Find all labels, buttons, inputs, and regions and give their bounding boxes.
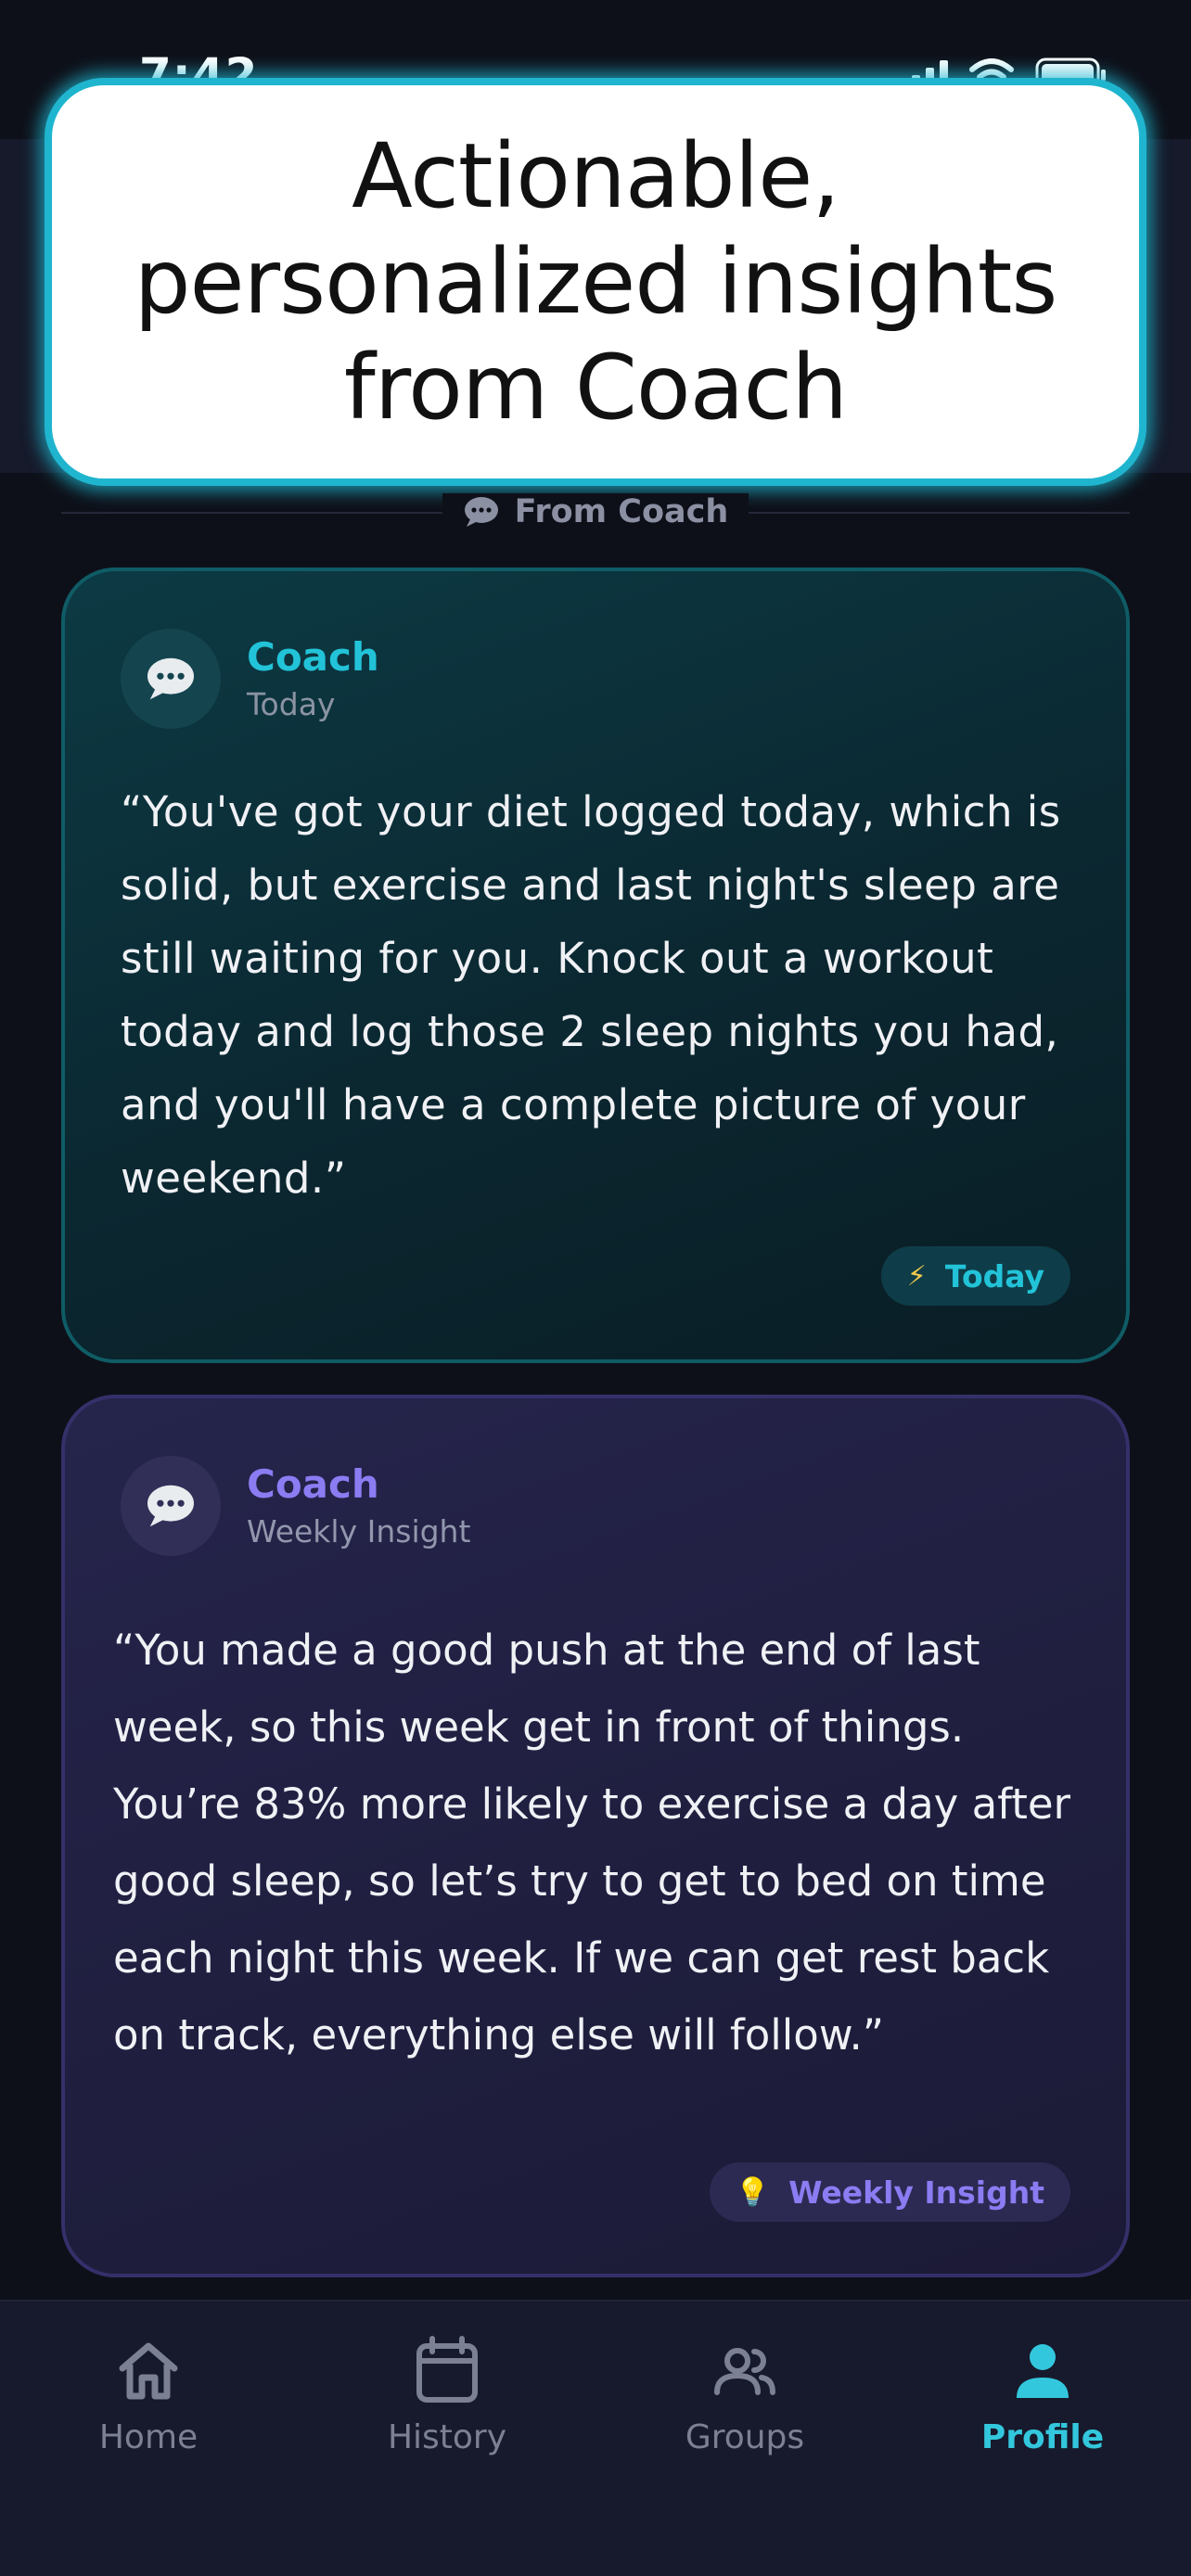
- tab-groups[interactable]: Groups: [634, 2335, 856, 2456]
- promo-banner: Actionable, personalized insights from C…: [45, 78, 1146, 486]
- message-category: Weekly Insight: [247, 1513, 471, 1549]
- coach-avatar: [121, 1456, 221, 1556]
- today-badge: ⚡ Today: [880, 1246, 1070, 1306]
- bottom-tab-bar: Home History Groups Profile: [0, 2300, 1191, 2576]
- coach-message-card-weekly[interactable]: Coach Weekly Insight “You made a good pu…: [61, 1395, 1130, 2277]
- profile-icon: [1017, 2344, 1069, 2398]
- calendar-icon: [416, 2336, 478, 2403]
- tab-label: Groups: [685, 2418, 805, 2456]
- lightbulb-icon: 💡: [735, 2175, 771, 2209]
- lightning-icon: ⚡: [906, 1259, 927, 1293]
- coach-message-card-today[interactable]: Coach Today “You've got your diet logged…: [61, 567, 1130, 1363]
- badge-label: Weekly Insight: [788, 2174, 1044, 2211]
- chat-bubble-icon: [147, 1485, 194, 1527]
- coach-name: Coach: [247, 1461, 379, 1507]
- chat-bubble-icon: [147, 657, 194, 700]
- coach-message-text: “You made a good push at the end of last…: [113, 1626, 1071, 2060]
- coach-avatar: [121, 629, 221, 729]
- message-timestamp: Today: [247, 686, 336, 722]
- tab-profile[interactable]: Profile: [931, 2335, 1154, 2456]
- coach-name: Coach: [247, 634, 379, 680]
- tab-history[interactable]: History: [336, 2335, 558, 2456]
- chat-bubble-icon: [464, 497, 498, 527]
- groups-icon: [714, 2348, 775, 2395]
- banner-headline: Actionable, personalized insights from C…: [134, 124, 1058, 440]
- tab-home[interactable]: Home: [37, 2335, 260, 2456]
- coach-message-text: “You've got your diet logged today, whic…: [121, 787, 1061, 1203]
- home-icon: [119, 2342, 178, 2400]
- weekly-insight-badge: 💡 Weekly Insight: [709, 2162, 1070, 2222]
- badge-label: Today: [944, 1257, 1044, 1294]
- app-screen: 7:42 Actionable, personalized insights f…: [0, 0, 1191, 2576]
- section-header: From Coach: [0, 493, 1191, 537]
- section-label-text: From Coach: [514, 493, 729, 530]
- tab-label: Home: [98, 2418, 198, 2456]
- tab-label: Profile: [980, 2418, 1105, 2456]
- tab-label: History: [387, 2418, 507, 2456]
